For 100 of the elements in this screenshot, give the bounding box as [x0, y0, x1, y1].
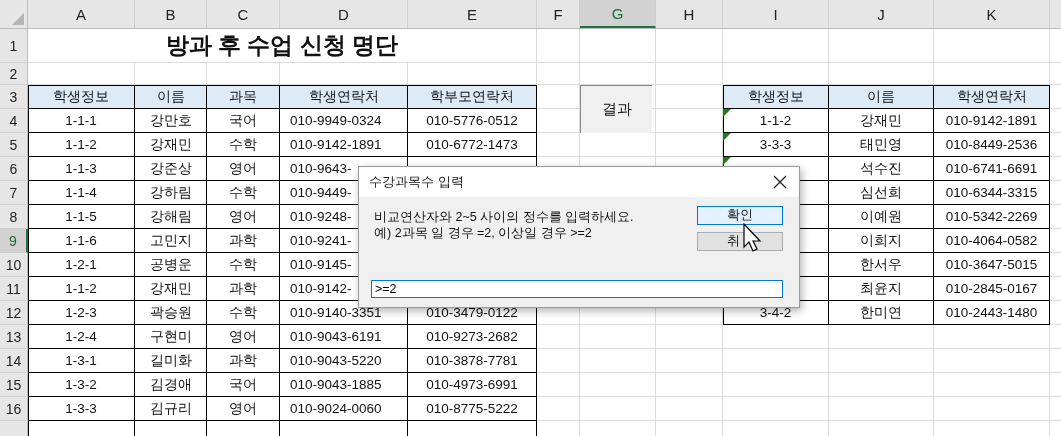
table-cell[interactable]: 영어 — [207, 397, 280, 421]
table-cell[interactable]: 010-6741-6691 — [934, 157, 1050, 181]
table-cell[interactable]: 010-9949-0324 — [280, 109, 408, 133]
table-cell[interactable]: 010-5342-2269 — [934, 205, 1050, 229]
table-cell[interactable]: 1-1-2 — [28, 277, 135, 301]
table-cell[interactable]: 010-9043-6191 — [280, 325, 408, 349]
table-cell[interactable]: 010-8775-5222 — [408, 397, 537, 421]
row-header[interactable]: 6 — [0, 157, 28, 181]
table-cell[interactable]: 010-9142-1891 — [280, 133, 408, 157]
row-header[interactable]: 1 — [0, 29, 28, 63]
row-header[interactable]: 13 — [0, 325, 28, 349]
row-header[interactable]: 15 — [0, 373, 28, 397]
table-cell[interactable]: 수학 — [207, 301, 280, 325]
table-cell[interactable]: 영어 — [207, 325, 280, 349]
table-cell[interactable]: 국어 — [207, 373, 280, 397]
column-header[interactable]: A — [28, 0, 135, 28]
table-cell[interactable]: 과학 — [207, 277, 280, 301]
table-cell[interactable]: 강재민 — [135, 133, 207, 157]
table-cell[interactable]: 010-9273-2682 — [408, 325, 537, 349]
table-cell[interactable]: 수학 — [207, 253, 280, 277]
table-cell[interactable]: 이예원 — [829, 205, 934, 229]
row-header[interactable]: 5 — [0, 133, 28, 157]
table-cell[interactable]: 김규리 — [135, 397, 207, 421]
table-cell[interactable]: 수학 — [207, 133, 280, 157]
table-cell[interactable]: 010-2845-0167 — [934, 277, 1050, 301]
table-cell[interactable]: 한서우 — [829, 253, 934, 277]
table-cell[interactable]: 1-1-4 — [28, 181, 135, 205]
column-header[interactable]: B — [135, 0, 207, 28]
column-header[interactable]: I — [723, 0, 829, 28]
column-header[interactable]: K — [934, 0, 1050, 28]
table-cell[interactable]: 010-4064-0582 — [934, 229, 1050, 253]
table-cell[interactable]: 1-1-1 — [28, 109, 135, 133]
table-cell[interactable]: 국어 — [207, 109, 280, 133]
row-header[interactable]: 10 — [0, 253, 28, 277]
table-cell[interactable]: 010-4973-6991 — [408, 373, 537, 397]
table-cell[interactable]: 010-9043-5220 — [280, 349, 408, 373]
table-cell[interactable]: 1-2-4 — [28, 325, 135, 349]
table-cell[interactable]: 곽승원 — [135, 301, 207, 325]
row-header[interactable]: 14 — [0, 349, 28, 373]
table-cell[interactable]: 최윤지 — [829, 277, 934, 301]
table-cell[interactable]: 1-3-2 — [28, 373, 135, 397]
table-cell[interactable]: 1-3-1 — [28, 349, 135, 373]
table-cell[interactable]: 고민지 — [135, 229, 207, 253]
table-cell[interactable]: 강재민 — [135, 277, 207, 301]
select-all-icon[interactable] — [12, 13, 24, 25]
table-cell[interactable]: 010-3647-5015 — [934, 253, 1050, 277]
table-cell[interactable]: 한미연 — [829, 301, 934, 325]
table-cell[interactable]: 010-6344-3315 — [934, 181, 1050, 205]
table-cell[interactable]: 김경애 — [135, 373, 207, 397]
table-cell[interactable]: 학부모연락처 — [408, 85, 537, 109]
table-cell[interactable]: 1-2-1 — [28, 253, 135, 277]
column-header[interactable]: C — [207, 0, 280, 28]
table-cell[interactable]: 1-1-3 — [28, 157, 135, 181]
row-header[interactable]: 12 — [0, 301, 28, 325]
close-icon[interactable] — [773, 175, 787, 189]
table-cell[interactable]: 1-1-2 — [28, 133, 135, 157]
table-cell[interactable]: 010-2443-1480 — [934, 301, 1050, 325]
table-cell[interactable]: 010-9142-1891 — [934, 109, 1050, 133]
table-cell[interactable]: 010-3878-7781 — [408, 349, 537, 373]
table-cell[interactable]: 강준상 — [135, 157, 207, 181]
row-header[interactable]: 16 — [0, 397, 28, 421]
table-cell[interactable]: 1-1-6 — [28, 229, 135, 253]
table-cell[interactable]: 공병운 — [135, 253, 207, 277]
table-cell[interactable]: 1-1-2 — [723, 109, 829, 133]
row-header[interactable]: 11 — [0, 277, 28, 301]
table-cell[interactable]: 010-5776-0512 — [408, 109, 537, 133]
table-cell[interactable]: 이름 — [135, 85, 207, 109]
row-header[interactable]: 8 — [0, 205, 28, 229]
table-cell[interactable]: 1-2-3 — [28, 301, 135, 325]
table-cell[interactable]: 이름 — [829, 85, 934, 109]
table-cell[interactable]: 길미화 — [135, 349, 207, 373]
row-header[interactable]: 4 — [0, 109, 28, 133]
table-cell[interactable]: 수학 — [207, 181, 280, 205]
table-cell[interactable]: 태민영 — [829, 133, 934, 157]
dialog-button[interactable]: 확인 — [697, 206, 783, 225]
row-header[interactable]: 3 — [0, 85, 28, 109]
table-cell[interactable]: 3-3-3 — [723, 133, 829, 157]
table-cell[interactable]: 심선희 — [829, 181, 934, 205]
table-cell[interactable]: 학생정보 — [28, 85, 135, 109]
table-cell[interactable]: 강재민 — [829, 109, 934, 133]
result-button[interactable]: 결과 — [580, 85, 652, 133]
table-cell[interactable]: 1-3-3 — [28, 397, 135, 421]
column-header[interactable]: E — [408, 0, 537, 28]
table-cell[interactable]: 과학 — [207, 349, 280, 373]
table-cell[interactable]: 학생정보 — [723, 85, 829, 109]
table-cell[interactable]: 석수진 — [829, 157, 934, 181]
table-cell[interactable]: 학생연락처 — [280, 85, 408, 109]
column-header[interactable]: H — [656, 0, 723, 28]
column-header[interactable]: D — [280, 0, 408, 28]
table-cell[interactable]: 010-9043-1885 — [280, 373, 408, 397]
table-cell[interactable]: 과목 — [207, 85, 280, 109]
table-cell[interactable]: 학생연락처 — [934, 85, 1050, 109]
table-cell[interactable]: 영어 — [207, 205, 280, 229]
table-cell[interactable]: 강만호 — [135, 109, 207, 133]
table-cell[interactable]: 강해림 — [135, 205, 207, 229]
title-cell[interactable]: 방과 후 수업 신청 명단 — [28, 29, 537, 63]
row-header[interactable]: 9 — [0, 229, 28, 253]
table-cell[interactable]: 이희지 — [829, 229, 934, 253]
table-cell[interactable]: 010-8449-2536 — [934, 133, 1050, 157]
column-header[interactable]: J — [829, 0, 934, 28]
